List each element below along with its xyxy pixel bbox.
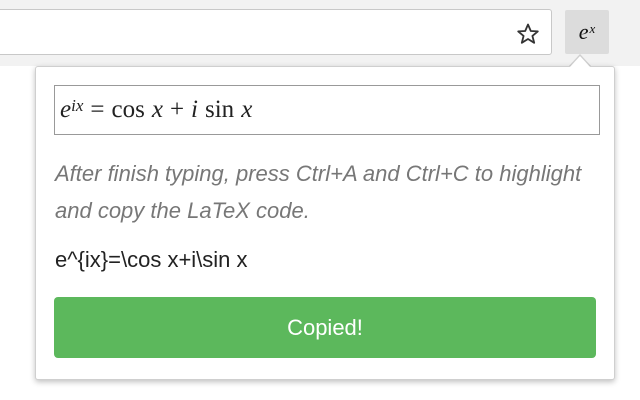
math-i: i [191,96,198,123]
latex-code-output: e^{ix}=\cos x+i\sin x [55,247,248,272]
math-cos: cos [111,96,145,123]
star-outline-icon [517,23,539,44]
extension-popup: e ix = cos x + i sin x After finish typin… [35,66,615,380]
math-exponent: ix [71,96,84,115]
math-equals: = [90,96,105,123]
copy-button[interactable]: Copied! [54,297,596,358]
extension-icon-exponent: x [589,21,596,36]
math-base: e [60,96,72,123]
browser-toolbar: ex [0,0,640,66]
extension-icon-base: e [578,19,589,44]
math-input-field[interactable]: e ix = cos x + i sin x [54,85,600,135]
extension-button[interactable]: ex [565,10,609,54]
math-plus: + [169,96,185,123]
popup-arrow-fill [569,56,591,68]
math-x1: x [151,96,163,123]
instructions-text: After finish typing, press Ctrl+A and Ct… [55,161,582,223]
browser-window: ex e ix = cos x + i sin x After finish ty… [0,0,640,400]
math-x2: x [241,96,253,123]
math-sin: sin [205,96,235,123]
address-bar[interactable] [0,9,552,55]
bookmark-star-button[interactable] [512,18,544,50]
